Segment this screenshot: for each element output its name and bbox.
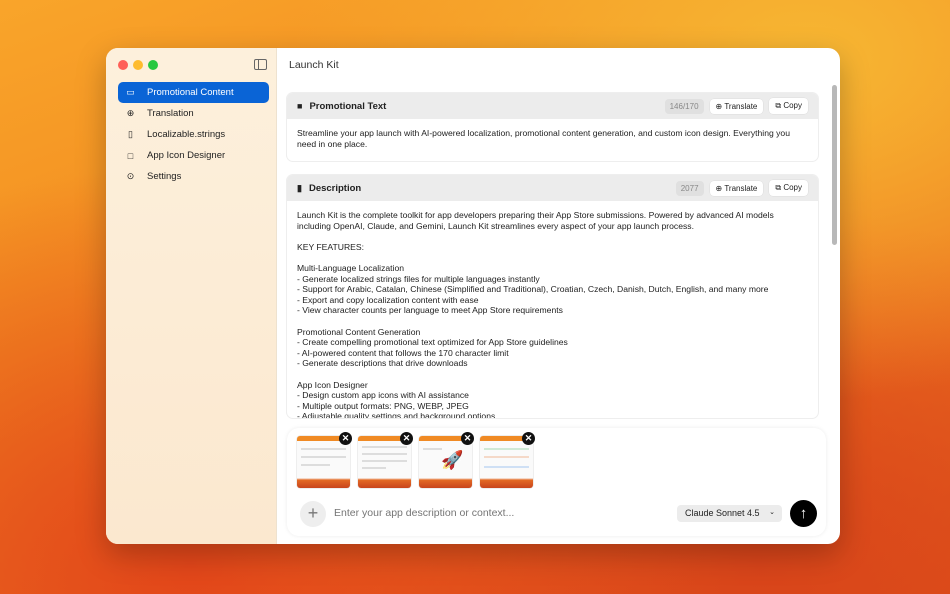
sidebar-item-localizable-strings[interactable]: ▯ Localizable.strings: [118, 124, 269, 145]
sidebar-item-label: App Icon Designer: [147, 150, 226, 161]
rocket-icon: 🚀: [441, 450, 464, 470]
arrow-up-icon: ↑: [799, 505, 808, 522]
sidebar-item-app-icon-designer[interactable]: □ App Icon Designer: [118, 145, 269, 166]
sidebar-item-settings[interactable]: ⊙ Settings: [118, 166, 269, 187]
copy-label: Copy: [783, 101, 802, 110]
document-icon: ▮: [297, 182, 302, 193]
description-card: ▮ Description 2077 ⊕ Translate ⧉ Copy Lau…: [287, 175, 818, 418]
minimize-button[interactable]: [133, 60, 143, 70]
translate-label: Translate: [724, 101, 758, 111]
zoom-button[interactable]: [148, 60, 158, 70]
character-count-badge: 2077: [675, 180, 704, 196]
sidebar-item-label: Settings: [147, 171, 182, 182]
translate-button[interactable]: ⊕ Translate: [709, 180, 764, 196]
card-title: Description: [308, 182, 362, 194]
send-button[interactable]: ↑: [790, 500, 817, 527]
composer: ✕ ✕ 🚀 ✕ ✕ + Claude Sonnet 4.5 ⌄ ↑: [287, 428, 826, 536]
globe-icon: ⊕: [715, 183, 725, 193]
remove-attachment-icon[interactable]: ✕: [339, 432, 352, 445]
remove-attachment-icon[interactable]: ✕: [400, 432, 413, 445]
window-title: Launch Kit: [289, 59, 339, 71]
chevron-down-icon: ⌄: [769, 509, 775, 516]
app-icon-icon: □: [127, 150, 134, 161]
app-description-input[interactable]: [334, 507, 664, 519]
document-icon: ▯: [128, 129, 133, 139]
add-attachment-button[interactable]: +: [300, 501, 326, 527]
globe-icon: ⊕: [126, 108, 135, 118]
translate-label: Translate: [724, 183, 758, 193]
message-icon: ■: [297, 101, 303, 111]
card-header: ▮ Description 2077 ⊕ Translate ⧉ Copy: [287, 175, 818, 201]
message-icon: ▭: [126, 87, 135, 97]
translate-button[interactable]: ⊕ Translate: [709, 98, 764, 114]
globe-icon: ⊕: [715, 101, 725, 111]
copy-button[interactable]: ⧉ Copy: [769, 180, 808, 196]
character-count-badge: 146/170: [664, 98, 704, 114]
sidebar: ▭ Promotional Content ⊕ Translation ▯ Local…: [106, 48, 277, 544]
card-header: ■ Promotional Text 146/170 ⊕ Translate ⧉ …: [287, 93, 818, 119]
promotional-text-body[interactable]: Streamline your app launch with AI-power…: [287, 119, 818, 158]
remove-attachment-icon[interactable]: ✕: [522, 432, 535, 445]
model-label: Claude Sonnet 4.5: [685, 508, 760, 518]
remove-attachment-icon[interactable]: ✕: [461, 432, 474, 445]
close-button[interactable]: [118, 60, 128, 70]
sidebar-item-promotional-content[interactable]: ▭ Promotional Content: [118, 82, 269, 103]
sidebar-toggle-icon[interactable]: [254, 59, 267, 70]
sidebar-item-translation[interactable]: ⊕ Translation: [118, 103, 269, 124]
play-circle-icon: ⊙: [126, 171, 135, 181]
promotional-text-card: ■ Promotional Text 146/170 ⊕ Translate ⧉ …: [287, 93, 818, 161]
description-body[interactable]: Launch Kit is the complete toolkit for a…: [287, 201, 818, 418]
card-title: Promotional Text: [309, 100, 387, 112]
sidebar-item-label: Promotional Content: [147, 87, 234, 98]
model-select[interactable]: Claude Sonnet 4.5 ⌄: [677, 505, 782, 522]
scrollbar[interactable]: [832, 85, 837, 245]
copy-label: Copy: [783, 183, 802, 192]
sidebar-item-label: Translation: [147, 108, 194, 119]
sidebar-nav: ▭ Promotional Content ⊕ Translation ▯ Local…: [118, 82, 269, 187]
copy-button[interactable]: ⧉ Copy: [769, 98, 808, 114]
sidebar-item-label: Localizable.strings: [147, 129, 226, 140]
app-window: ▭ Promotional Content ⊕ Translation ▯ Local…: [106, 48, 840, 544]
